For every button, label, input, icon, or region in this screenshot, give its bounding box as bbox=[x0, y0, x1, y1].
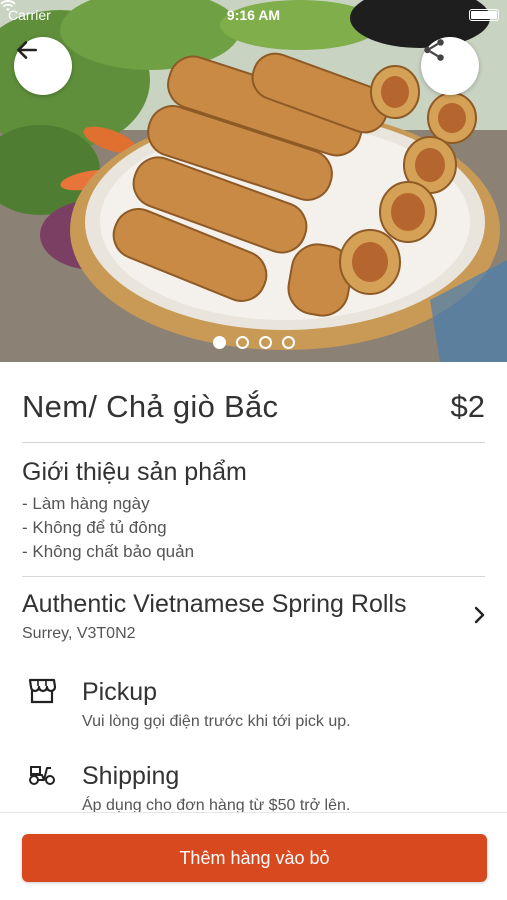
battery-icon bbox=[469, 9, 499, 21]
carousel-dot[interactable] bbox=[235, 336, 249, 349]
store-name: Authentic Vietnamese Spring Rolls bbox=[22, 590, 407, 618]
shipping-option: Shipping Áp dụng cho đơn hàng từ $50 trở… bbox=[22, 762, 485, 815]
arrow-left-icon bbox=[17, 41, 37, 59]
status-time: 9:16 AM bbox=[226, 7, 281, 23]
carousel-dot[interactable] bbox=[281, 336, 295, 349]
back-button[interactable] bbox=[14, 37, 72, 95]
product-title: Nem/ Chả giò Bắc bbox=[22, 389, 279, 424]
share-button[interactable] bbox=[421, 37, 479, 95]
carousel-dot[interactable] bbox=[258, 336, 272, 349]
share-icon bbox=[424, 39, 444, 61]
pickup-title: Pickup bbox=[82, 678, 158, 706]
storefront-icon bbox=[22, 678, 62, 718]
divider bbox=[22, 442, 485, 443]
divider bbox=[22, 576, 485, 577]
description-line: - Làm hàng ngày bbox=[22, 494, 150, 513]
chevron-right-icon bbox=[474, 606, 485, 624]
carousel-dot[interactable] bbox=[212, 336, 226, 349]
store-location: Surrey, V3T0N2 bbox=[22, 625, 136, 642]
pickup-subtitle: Vui lòng gọi điện trước khi tới pick up. bbox=[82, 713, 351, 730]
carousel-pagination bbox=[0, 336, 507, 349]
add-to-cart-button[interactable]: Thêm hàng vào bỏ bbox=[22, 834, 487, 882]
scooter-icon bbox=[22, 762, 62, 802]
description-list: - Làm hàng ngày - Không để tủ đông - Khô… bbox=[22, 492, 194, 564]
shipping-title: Shipping bbox=[82, 762, 180, 790]
store-link[interactable]: Authentic Vietnamese Spring Rolls Surrey… bbox=[22, 590, 485, 654]
product-image-carousel[interactable]: Carrier 9:16 AM bbox=[0, 0, 507, 362]
description-line: - Không chất bảo quản bbox=[22, 542, 195, 561]
description-line: - Không để tủ đông bbox=[22, 518, 167, 537]
product-header: Nem/ Chả giò Bắc $2 bbox=[22, 389, 485, 425]
product-price: $2 bbox=[450, 389, 485, 424]
pickup-option: Pickup Vui lòng gọi điện trước khi tới p… bbox=[22, 678, 485, 731]
status-bar: Carrier 9:16 AM bbox=[0, 0, 507, 30]
description-title: Giới thiệu sản phẩm bbox=[22, 458, 247, 486]
store-info: Authentic Vietnamese Spring Rolls Surrey… bbox=[22, 590, 406, 643]
bottom-action-bar: Thêm hàng vào bỏ bbox=[0, 812, 507, 900]
